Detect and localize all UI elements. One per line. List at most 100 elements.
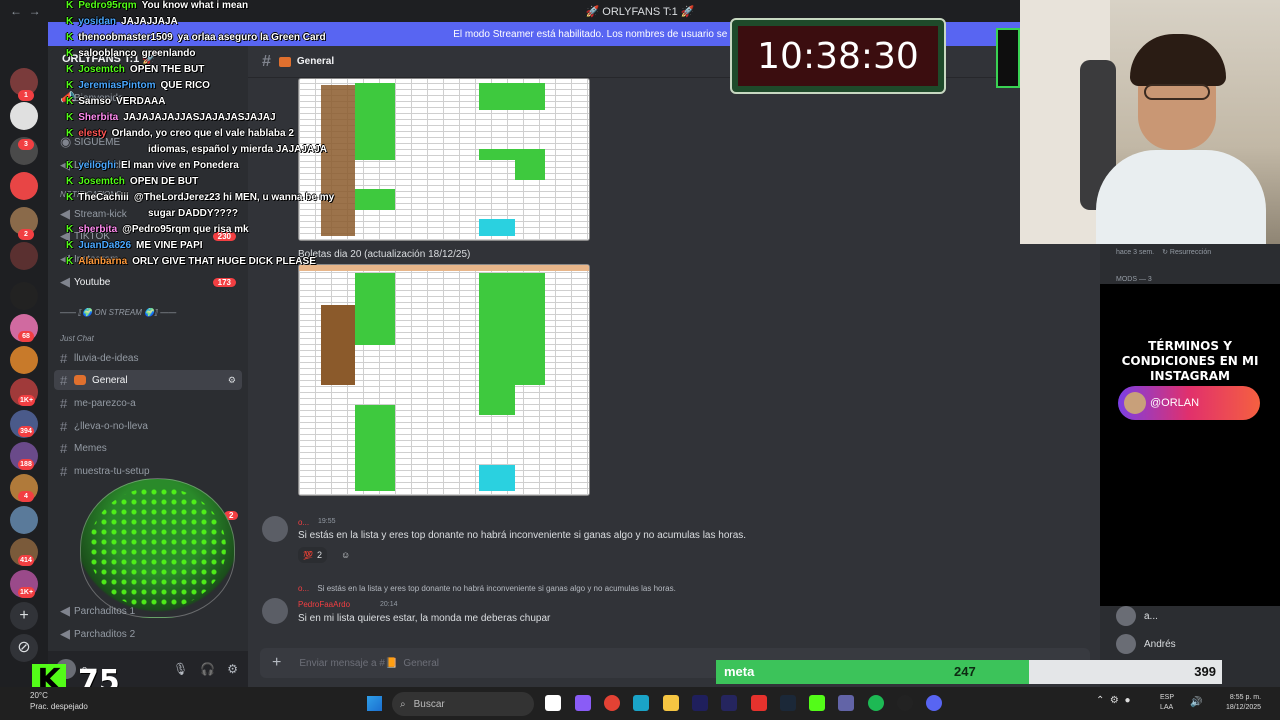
avatar[interactable] [262,516,288,542]
server-badge: 1K+ [18,395,36,406]
gear-icon[interactable]: ⚙ [227,662,238,676]
chat-text: idiomas, español y mierda JAJAJAJA [148,144,327,155]
volume-icon[interactable]: 🔊 [1190,697,1202,708]
chat-username: sherbita [78,224,118,235]
resurrection-icon: ↻ [1162,249,1168,256]
window-title: 🚀 ORLYFANS T:1 🚀 [585,5,695,18]
member-item[interactable]: a... [1116,606,1158,626]
plus-icon[interactable]: + [272,654,281,672]
explore-servers-icon[interactable]: ⊘ [10,634,38,662]
channel-youtube[interactable]: ◀ Youtube 173 [54,272,242,292]
taskbar: 20°C Prac. despejado ⌕ Buscar ⌃ ⚙ ● ESP … [0,687,1280,720]
clock[interactable]: 8:55 p. m. 18/12/2025 [1226,693,1261,713]
task-view-icon[interactable] [545,695,561,711]
chat-line: K Josemtch OPEN DE BUT [66,176,198,187]
voice-parchaditos-2[interactable]: ◀ Parchaditos 2 [54,624,242,644]
member-item[interactable]: Andrés [1116,634,1176,654]
channel-lleva-o-no-lleva[interactable]: # ¿lleva-o-no-lleva [54,416,242,436]
avatar[interactable] [262,598,288,624]
audition-icon[interactable] [721,695,737,711]
instagram-handle-badge: @ORLAN [1118,386,1260,420]
promo-panel [1100,284,1280,606]
headphones-icon[interactable]: 🎧 [200,662,215,676]
webcam-overlay [1020,0,1280,244]
hashtag-icon: # [60,440,68,456]
add-server-icon[interactable]: + [10,602,38,630]
add-reaction-icon[interactable]: ☺ [336,547,355,563]
steam-icon[interactable] [780,695,796,711]
channel-memes[interactable]: # Memes [54,438,242,458]
kick-badge-icon: K [66,48,74,59]
category-on-stream[interactable]: —— ⟦🌍 ON STREAM 🌍⟧ —— [60,308,176,317]
taskbar-search[interactable]: ⌕ Buscar [392,692,534,716]
chrome-icon[interactable] [604,695,620,711]
chat-text: ya orlaa aseguro la Green Card [177,32,326,43]
kick-badge-icon: K [66,96,74,107]
spotify-icon[interactable] [868,695,884,711]
chat-text: @Pedro95rqm que risa mk [122,224,249,235]
kick-badge-icon: K [66,160,74,171]
discord-icon[interactable] [926,695,942,711]
member-activity: hace 3 sem. ↻ Resurrección [1116,249,1212,256]
chat-text: OPEN THE BUT [129,64,205,75]
banner-text: El modo Streamer está habilitado. Los no… [453,28,747,40]
channel-lluvia-de-ideas[interactable]: # lluvia-de-ideas [54,348,242,368]
message-author[interactable]: o... [298,518,309,527]
hundred-emoji-icon: 💯 [303,550,313,560]
kick-badge-icon: K [66,176,74,187]
spreadsheet-image[interactable] [298,264,590,496]
channel-me-parezco-a[interactable]: # me-parezco-a [54,393,242,413]
pdf-icon[interactable] [751,695,767,711]
server-badge: 1K+ [18,587,36,598]
system-tray[interactable]: ⌃ ⚙ ● [1096,695,1131,706]
chat-username: Pedro95rqm [78,0,137,11]
server-icon[interactable] [10,346,38,374]
avatar [1116,606,1136,626]
category-just-chat[interactable]: Just Chat [60,334,94,343]
chat-text: JAJAJJAJA [121,16,178,27]
channel-settings-icon[interactable]: ⚙ [228,375,236,386]
kick-badge-icon: K [66,0,74,11]
chat-text: QUE RICO [160,80,210,91]
screen: ← → 🚀 ORLYFANS T:1 🚀 El modo Streamer es… [0,0,1280,720]
file-explorer-icon[interactable] [663,695,679,711]
avatar [1124,392,1146,414]
chat-username: TheCachiii [78,192,129,203]
server-badge: 188 [18,459,34,470]
chat-line: Ksherbita @Pedro95rqm que risa mk [66,224,249,235]
chat-text: VERDAAA [116,96,166,107]
server-icon[interactable] [10,506,38,534]
premiere-icon[interactable] [692,695,708,711]
obs-icon[interactable] [897,695,913,711]
chat-line: K Pedro95rqm You know what i mean [66,0,248,11]
teams-icon[interactable] [838,695,854,711]
reply-preview[interactable]: o... Si estás en la lista y eres top don… [298,584,676,593]
kick-app-icon[interactable] [809,695,825,711]
server-icon[interactable] [10,282,38,310]
microphone-icon[interactable]: 🎙 [173,662,188,676]
kick-badge-icon: K [66,224,74,235]
copilot-icon[interactable] [575,695,591,711]
kick-badge-icon: K [66,64,74,75]
kick-badge-icon: K [66,80,74,91]
message-author[interactable]: PedroFaaArdo [298,600,350,609]
kick-badge-icon: K [66,112,74,123]
windows-start-icon[interactable] [367,696,382,711]
edge-icon[interactable] [633,695,649,711]
channel-general[interactable]: # General ⚙ [54,370,242,390]
chat-line: K JeremiasPintom QUE RICO [66,80,210,91]
member-list: hace 3 sem. ↻ Resurrección MODS — 3 TÉRM… [1100,244,1280,687]
language-indicator[interactable]: ESP LAA [1160,693,1174,713]
chat-line: K Sherbita JAJAJAJAJJASJAJAJASJAJAJ [66,112,276,123]
chat-text: greenlando [141,48,196,59]
kick-badge-icon: K [66,256,74,267]
chat-line: K Josemtch OPEN THE BUT [66,64,204,75]
weather-widget[interactable]: 20°C Prac. despejado [30,690,88,712]
chat-line: K Samso VERDAAA [66,96,165,107]
kick-badge-icon: K [66,192,74,203]
chat-text: ME VINE PAPI [136,240,203,251]
mods-header: MODS — 3 [1116,276,1152,283]
chat-line: Kelesty Orlando, yo creo que el vale habl… [66,128,294,139]
chat-main: # General Boletas dia 20 (actualización … [248,46,1100,687]
reaction-pill[interactable]: 💯 2 [298,547,327,563]
